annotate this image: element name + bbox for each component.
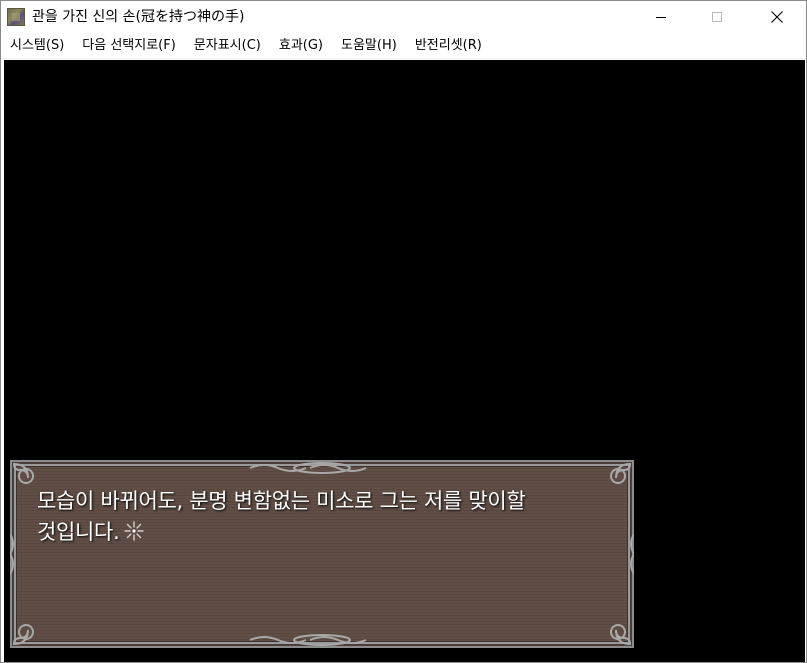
- maximize-icon: [712, 12, 722, 22]
- message-line-2: 것입니다.: [37, 520, 120, 544]
- menu-system[interactable]: 시스템(S): [1, 33, 73, 59]
- message-window[interactable]: 모습이 바뀌어도, 분명 변함없는 미소로 그는 저를 맞이할 것입니다.: [10, 460, 634, 648]
- game-screen[interactable]: 모습이 바뀌어도, 분명 변함없는 미소로 그는 저를 맞이할 것입니다.: [4, 60, 805, 662]
- menu-help[interactable]: 도움말(H): [332, 33, 406, 59]
- message-text: 모습이 바뀌어도, 분명 변함없는 미소로 그는 저를 맞이할 것입니다.: [37, 486, 597, 548]
- menu-bar: 시스템(S) 다음 선택지로(F) 문자표시(C) 효과(G) 도움말(H) 반…: [1, 33, 806, 59]
- menu-reverse-reset[interactable]: 반전리셋(R): [406, 33, 491, 59]
- sparkle-icon: [124, 521, 145, 541]
- menu-text-display[interactable]: 문자표시(C): [185, 33, 270, 59]
- message-line-1: 모습이 바뀌어도, 분명 변함없는 미소로 그는 저를 맞이할: [37, 489, 526, 513]
- menu-effects[interactable]: 효과(G): [270, 33, 332, 59]
- minimize-button[interactable]: [638, 1, 684, 33]
- maximize-button[interactable]: [694, 1, 740, 33]
- menu-next-choice[interactable]: 다음 선택지로(F): [73, 33, 185, 59]
- minimize-icon: [656, 16, 666, 18]
- app-window: 관을 가진 신의 손(冠を持つ神の手) 시스템(S) 다음 선택지로(F) 문자…: [0, 0, 807, 663]
- close-button[interactable]: [754, 1, 800, 33]
- window-title: 관을 가진 신의 손(冠を持つ神の手): [32, 9, 245, 25]
- title-bar[interactable]: 관을 가진 신의 손(冠を持つ神の手): [1, 1, 806, 33]
- app-icon[interactable]: [7, 8, 25, 26]
- message-line-2-wrap: 것입니다.: [37, 517, 597, 548]
- close-icon: [771, 11, 783, 23]
